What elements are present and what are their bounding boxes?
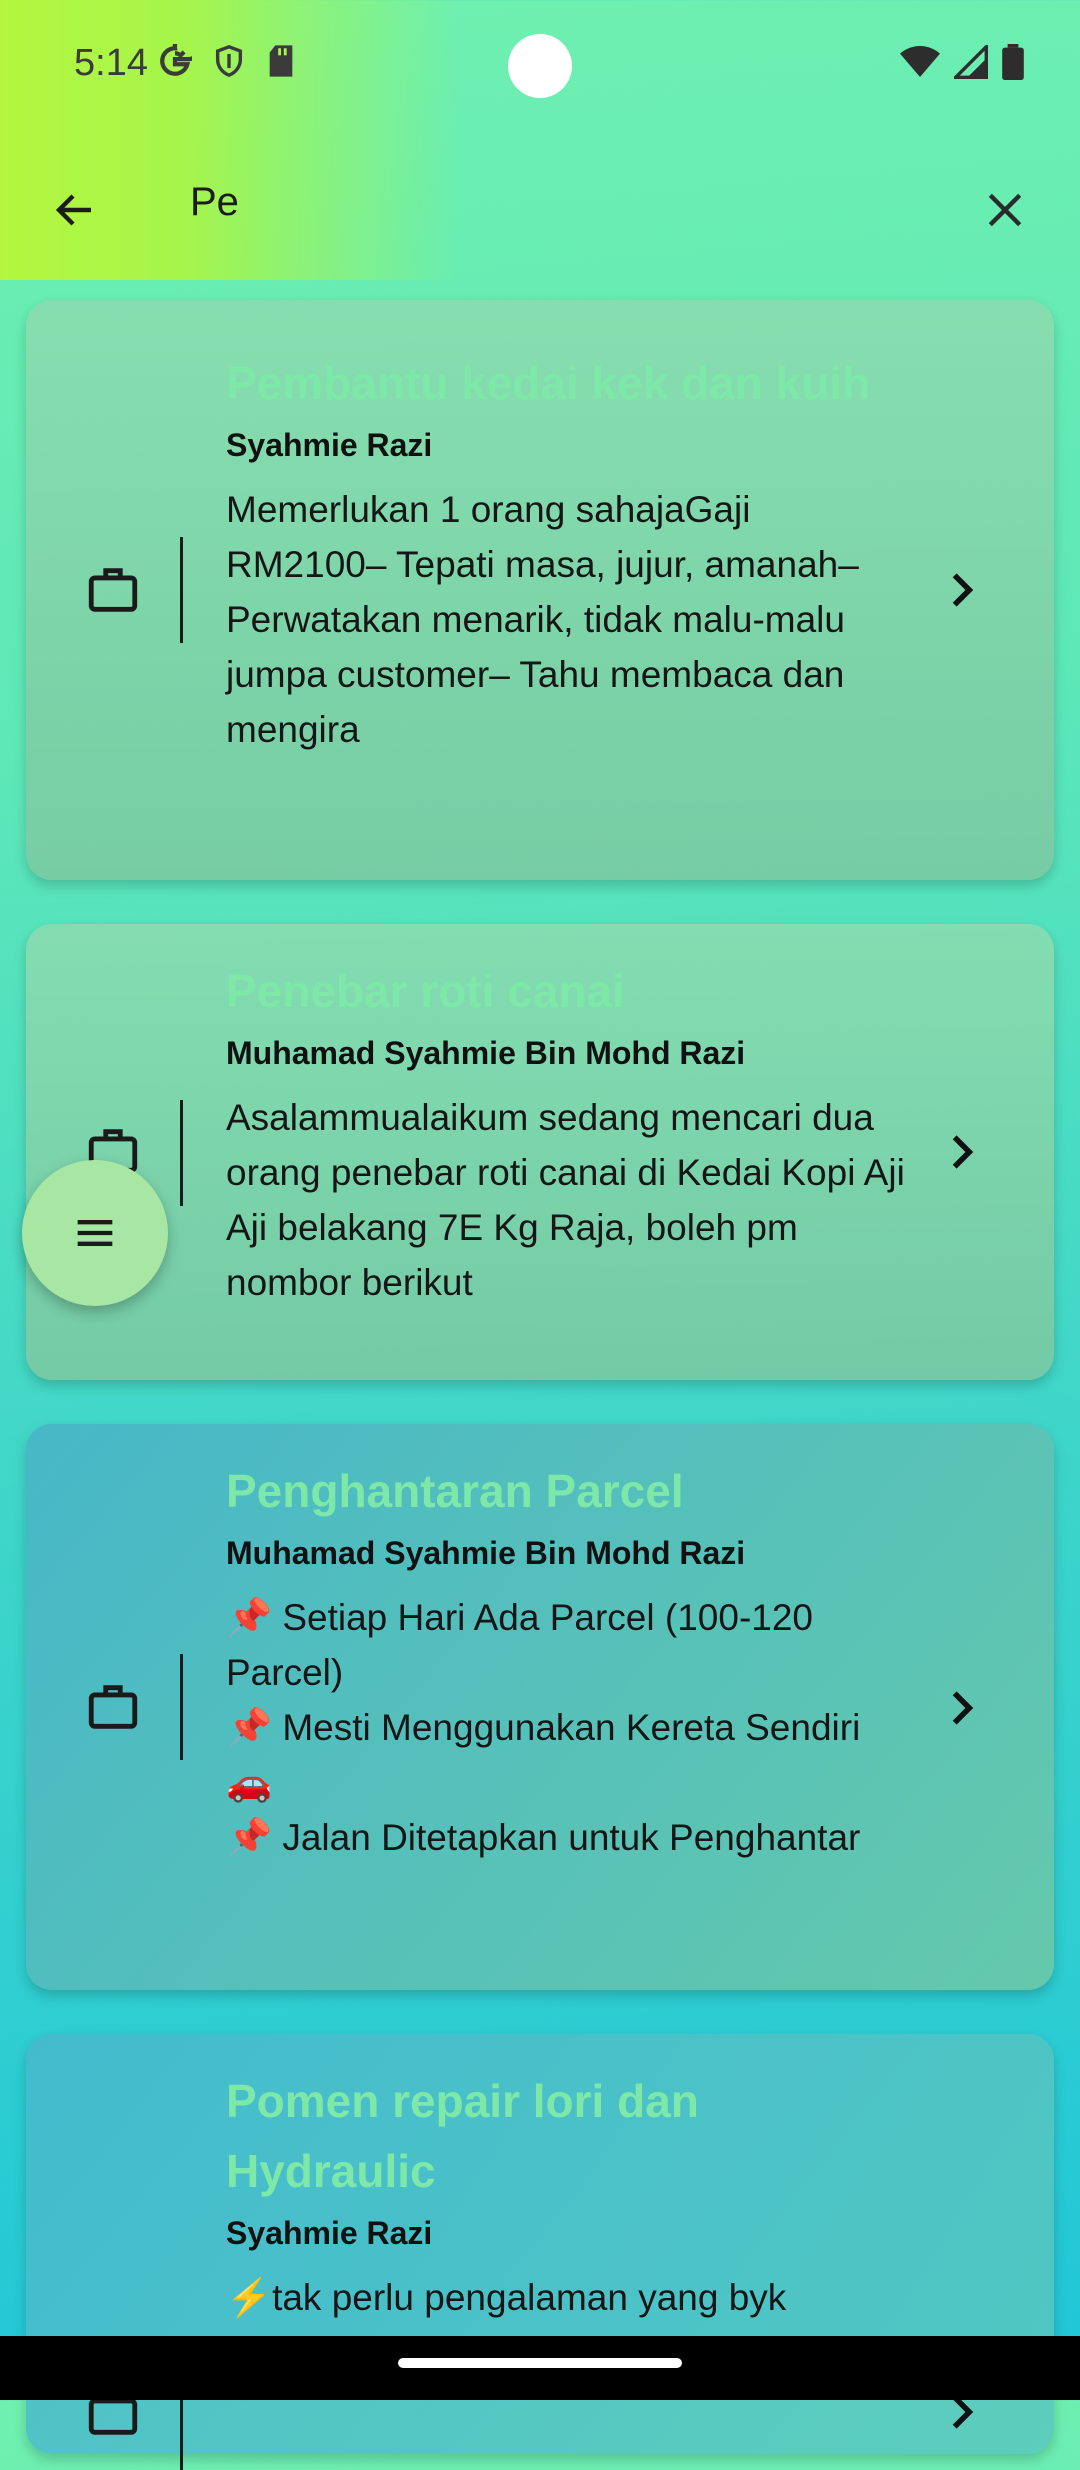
search-input[interactable]: Pe — [190, 180, 239, 225]
status-icons-left — [158, 44, 296, 78]
search-app-bar: Pe — [0, 130, 1080, 280]
home-gesture-bar[interactable] — [398, 2358, 682, 2368]
google-icon — [160, 44, 192, 76]
status-icons-right — [900, 44, 1024, 80]
job-description: ⚡tak perlu pengalaman yang byk — [226, 2277, 787, 2318]
back-button[interactable] — [40, 175, 110, 245]
job-card-content: Pembantu kedai kek dan kuih Syahmie Razi… — [226, 348, 906, 757]
menu-fab[interactable] — [22, 1160, 168, 1306]
job-author: Syahmie Razi — [226, 427, 433, 463]
clear-search-button[interactable] — [970, 175, 1040, 245]
job-card[interactable]: Pembantu kedai kek dan kuih Syahmie Razi… — [26, 300, 1054, 880]
job-author: Muhamad Syahmie Bin Mohd Razi — [226, 1535, 746, 1571]
job-author: Muhamad Syahmie Bin Mohd Razi — [226, 1035, 746, 1071]
job-card[interactable]: Penebar roti canai Muhamad Syahmie Bin M… — [26, 924, 1054, 1380]
card-divider — [180, 1100, 183, 1206]
camera-cutout — [508, 34, 572, 98]
card-divider — [180, 537, 183, 643]
signal-icon — [954, 45, 988, 79]
job-title: Pembantu kedai kek dan kuih — [226, 357, 871, 409]
arrow-left-icon — [55, 194, 91, 226]
chevron-right-icon[interactable] — [940, 1686, 984, 1730]
shield-icon — [215, 45, 243, 77]
briefcase-icon — [88, 568, 138, 612]
sd-card-icon — [269, 45, 293, 77]
card-divider — [180, 1654, 183, 1760]
job-card-content: Penghantaran Parcel Muhamad Syahmie Bin … — [226, 1456, 906, 1865]
status-bar: 5:14 — [0, 0, 1080, 130]
close-icon — [988, 193, 1022, 227]
job-card[interactable]: Penghantaran Parcel Muhamad Syahmie Bin … — [26, 1424, 1054, 1990]
job-title: Pomen repair lori dan Hydraulic — [226, 2075, 699, 2197]
chevron-right-icon[interactable] — [940, 1130, 984, 1174]
briefcase-icon — [88, 1685, 138, 1729]
job-card-content: Penebar roti canai Muhamad Syahmie Bin M… — [226, 956, 906, 1310]
job-description: Asalammualaikum sedang mencari dua orang… — [226, 1097, 905, 1303]
chevron-right-icon[interactable] — [940, 568, 984, 612]
job-title: Penghantaran Parcel — [226, 1465, 684, 1517]
status-time: 5:14 — [74, 42, 148, 84]
menu-icon — [77, 1220, 113, 1246]
job-description: 📌 Setiap Hari Ada Parcel (100-120 Parcel… — [226, 1597, 861, 1858]
battery-icon — [1002, 44, 1024, 80]
job-author: Syahmie Razi — [226, 2215, 433, 2251]
job-card-content: Pomen repair lori dan Hydraulic Syahmie … — [226, 2066, 906, 2325]
job-description: Memerlukan 1 orang sahajaGaji RM2100– Te… — [226, 489, 859, 750]
job-title: Penebar roti canai — [226, 965, 625, 1017]
wifi-icon — [900, 46, 940, 77]
system-nav-bar — [0, 2336, 1080, 2400]
